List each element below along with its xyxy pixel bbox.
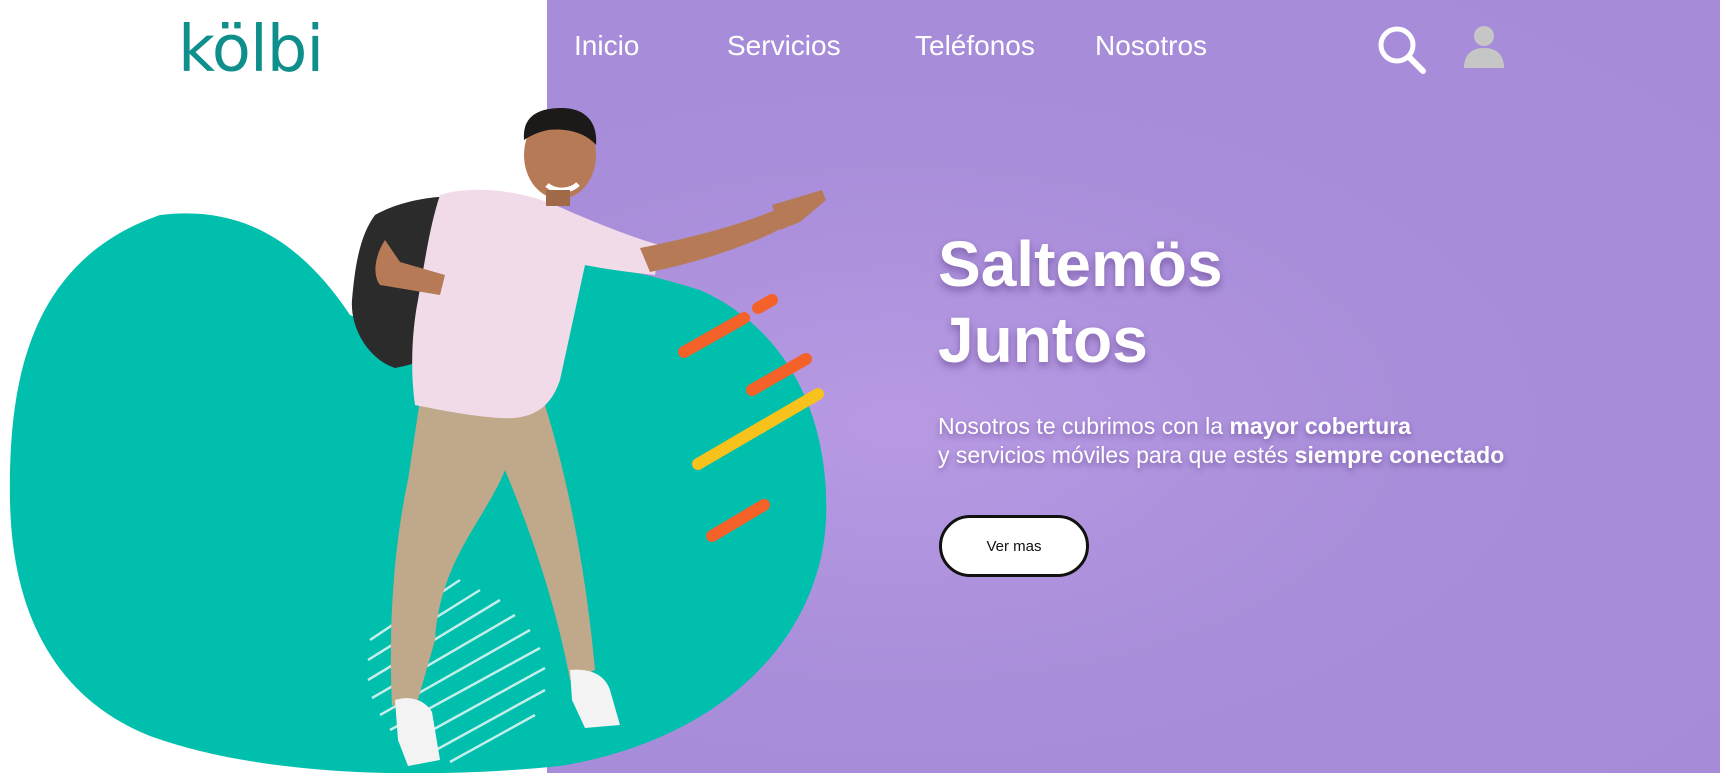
hero-subtitle-line-2: y servicios móviles para que estés siemp… bbox=[938, 441, 1504, 470]
subtitle-text: Nosotros te cubrimos con la bbox=[938, 413, 1230, 439]
bottom-strip bbox=[0, 773, 1720, 778]
hero-subtitle-line-1: Nosotros te cubrimos con la mayor cobert… bbox=[938, 412, 1504, 441]
nav-item-servicios[interactable]: Servicios bbox=[727, 24, 841, 68]
landing-page: kölbi Inicio Servicios Teléfonos Nosotro… bbox=[0, 0, 1720, 778]
kolbi-logo[interactable]: kölbi bbox=[178, 12, 324, 87]
subtitle-emphasis: siempre conectado bbox=[1294, 442, 1505, 468]
nav-item-inicio[interactable]: Inicio bbox=[574, 24, 639, 68]
nav-item-telefonos[interactable]: Teléfonos bbox=[915, 24, 1035, 68]
logo-text: kölbi bbox=[178, 13, 324, 87]
user-icon[interactable] bbox=[1462, 24, 1506, 68]
subtitle-text: y servicios móviles para que estés bbox=[938, 442, 1295, 468]
hero-title-line-2: Juntos bbox=[938, 304, 1148, 376]
hero-subtitle: Nosotros te cubrimos con la mayor cobert… bbox=[938, 412, 1504, 470]
hero-title-line-1: Saltemös bbox=[938, 228, 1223, 300]
hero-title: Saltemös Juntos bbox=[938, 226, 1223, 378]
ver-mas-button[interactable]: Ver mas bbox=[939, 515, 1089, 577]
search-icon[interactable] bbox=[1376, 24, 1428, 76]
nav-item-nosotros[interactable]: Nosotros bbox=[1095, 24, 1207, 68]
hero-person-image bbox=[351, 108, 826, 766]
subtitle-emphasis: mayor cobertura bbox=[1229, 413, 1411, 439]
